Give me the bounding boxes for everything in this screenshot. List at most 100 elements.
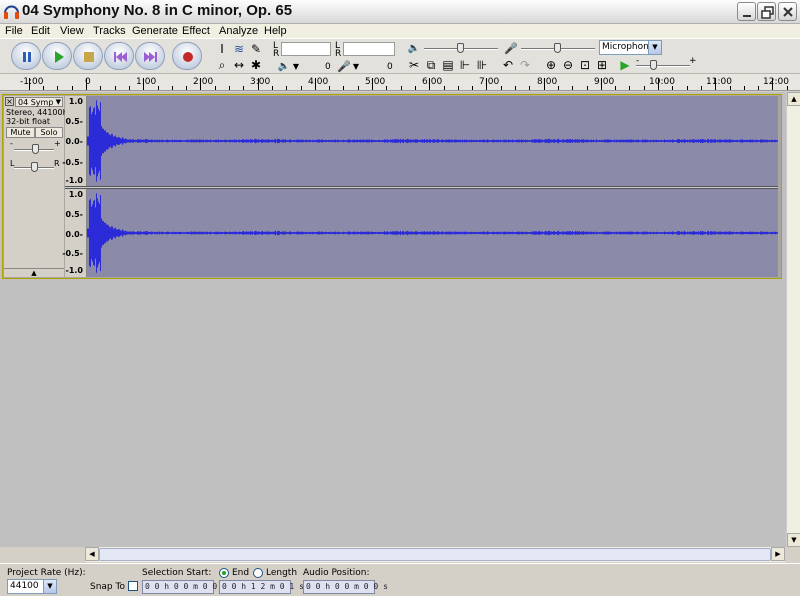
menu-edit[interactable]: Edit xyxy=(31,24,50,38)
audio-track[interactable]: × 04 Symp ▼ Stereo, 44100Hz 32-bit float… xyxy=(2,94,782,279)
waveform-left-channel[interactable] xyxy=(87,96,778,186)
input-volume-slider[interactable] xyxy=(554,43,561,53)
close-button[interactable] xyxy=(778,2,797,21)
timeline-ruler[interactable]: -1:00 0 1:00 2:00 3:00 4:00 5:00 6:00 7:… xyxy=(0,74,800,91)
collapse-track-button[interactable]: ▲ xyxy=(4,268,64,277)
selection-tool-icon[interactable]: I xyxy=(214,41,230,57)
restore-button[interactable] xyxy=(757,2,776,21)
minimize-button[interactable] xyxy=(737,2,756,21)
skip-end-button[interactable] xyxy=(135,42,165,70)
draw-tool-icon[interactable]: ✎ xyxy=(248,41,264,57)
track-name-menu[interactable]: 04 Symp ▼ xyxy=(15,97,63,107)
record-meter[interactable] xyxy=(343,42,395,56)
skip-start-button[interactable] xyxy=(104,42,134,70)
menu-tracks[interactable]: Tracks xyxy=(93,24,126,38)
play-at-speed-icon[interactable]: ▶ xyxy=(617,57,633,73)
playback-meter[interactable] xyxy=(281,42,331,56)
zoom-out-icon[interactable]: ⊖ xyxy=(560,57,576,73)
paste-icon[interactable]: ▤ xyxy=(440,57,456,73)
ruler-tick xyxy=(758,86,760,90)
menu-analyze[interactable]: Analyze xyxy=(219,24,258,38)
length-label: Length xyxy=(266,568,298,578)
scroll-left-button[interactable]: ◀ xyxy=(85,547,99,561)
track-panel[interactable]: × 04 Symp ▼ Stereo, 44100Hz 32-bit float… xyxy=(0,92,786,547)
redo-icon[interactable]: ↷ xyxy=(517,57,533,73)
envelope-tool-icon[interactable]: ≋ xyxy=(231,41,247,57)
snap-to-label: Snap To xyxy=(90,582,125,592)
ruler-tick xyxy=(329,86,331,90)
ruler-tick xyxy=(700,86,702,90)
undo-icon[interactable]: ↶ xyxy=(500,57,516,73)
ruler-tick xyxy=(658,78,659,90)
play-icon xyxy=(55,51,64,63)
trim-icon[interactable]: ⊩ xyxy=(457,57,473,73)
end-radio[interactable] xyxy=(219,568,229,578)
mute-button[interactable]: Mute xyxy=(6,127,35,138)
multi-tool-icon[interactable]: ✱ xyxy=(248,57,264,73)
restore-icon xyxy=(761,6,774,19)
minimize-icon xyxy=(743,15,751,17)
ruler-tick xyxy=(214,86,216,90)
zoom-in-icon[interactable]: ⊕ xyxy=(543,57,559,73)
ruler-tick xyxy=(786,86,788,90)
chevron-down-icon: ▼ xyxy=(648,41,661,54)
record-icon xyxy=(183,52,193,62)
speed-track xyxy=(636,65,690,67)
scale-label: 0.0- xyxy=(65,137,84,146)
gain-plus-label: + xyxy=(54,139,61,148)
input-source-select[interactable]: Microphone ▼ xyxy=(599,40,662,55)
waveform-right-channel[interactable] xyxy=(87,189,778,277)
copy-icon[interactable]: ⧉ xyxy=(423,57,439,73)
length-radio[interactable] xyxy=(253,568,263,578)
scroll-down-button[interactable]: ▼ xyxy=(787,533,800,547)
selection-end-time[interactable]: 0 0 h 1 2 m 0 1 s xyxy=(219,580,304,594)
vertical-scrollbar[interactable]: ▲ ▼ xyxy=(786,92,800,547)
cut-icon[interactable]: ✂ xyxy=(406,57,422,73)
pause-button[interactable] xyxy=(11,42,41,70)
menu-generate[interactable]: Generate xyxy=(132,24,178,38)
record-meter-dropdown[interactable]: ▼ xyxy=(350,61,362,73)
fit-project-icon[interactable]: ⊞ xyxy=(594,57,610,73)
menu-bar: File Edit View Tracks Generate Effect An… xyxy=(0,24,800,38)
record-button[interactable] xyxy=(172,42,202,70)
input-source-value: Microphone xyxy=(602,42,655,52)
ruler-tick xyxy=(86,78,87,90)
title-bar: 04 Symphony No. 8 in C minor, Op. 65 xyxy=(0,0,800,24)
fit-selection-icon[interactable]: ⊡ xyxy=(577,57,593,73)
project-rate-select[interactable]: 44100 ▼ xyxy=(7,579,57,594)
ruler-tick xyxy=(171,86,173,90)
pan-slider[interactable] xyxy=(31,162,38,172)
input-volume-icon: 🎤 xyxy=(504,42,518,55)
play-button[interactable] xyxy=(42,42,72,70)
menu-view[interactable]: View xyxy=(60,24,84,38)
silence-icon[interactable]: ⊪ xyxy=(474,57,490,73)
window-title: 04 Symphony No. 8 in C minor, Op. 65 xyxy=(22,2,293,19)
scroll-up-button[interactable]: ▲ xyxy=(787,92,800,106)
playback-meter-dropdown[interactable]: ▼ xyxy=(290,61,302,73)
ruler-tick xyxy=(372,78,373,90)
zoom-tool-icon[interactable]: ⌕ xyxy=(214,57,230,73)
pause-icon xyxy=(23,52,31,62)
track-close-button[interactable]: × xyxy=(5,97,14,106)
scroll-right-button[interactable]: ▶ xyxy=(771,547,785,561)
menu-effect[interactable]: Effect xyxy=(182,24,210,38)
solo-button[interactable]: Solo xyxy=(35,127,63,138)
track-control-panel: × 04 Symp ▼ Stereo, 44100Hz 32-bit float… xyxy=(4,96,73,277)
speed-slider[interactable] xyxy=(650,60,657,70)
horizontal-scrollbar[interactable]: ◀ ▶ xyxy=(85,547,785,562)
horizontal-scroll-thumb[interactable] xyxy=(99,548,771,561)
menu-help[interactable]: Help xyxy=(264,24,287,38)
gain-slider[interactable] xyxy=(32,144,39,154)
selection-start-time[interactable]: 0 0 h 0 0 m 0 0 s xyxy=(142,580,227,594)
snap-to-checkbox[interactable] xyxy=(128,581,138,591)
ruler-label: 12:00 xyxy=(763,77,789,87)
audio-position-time[interactable]: 0 0 h 0 0 m 0 0 s xyxy=(303,580,388,594)
timeshift-tool-icon[interactable]: ↔ xyxy=(231,57,247,73)
stop-button[interactable] xyxy=(73,42,103,70)
ruler-tick xyxy=(157,86,159,90)
ruler-tick xyxy=(729,86,731,90)
menu-file[interactable]: File xyxy=(5,24,23,38)
ruler-tick xyxy=(343,86,345,90)
output-volume-slider[interactable] xyxy=(457,43,464,53)
ruler-tick xyxy=(300,86,302,90)
